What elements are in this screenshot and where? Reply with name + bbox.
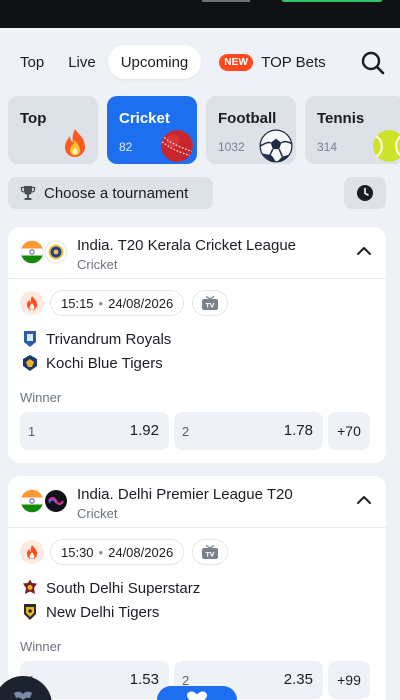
event-meta: 15:30 • 24/08/2026 TV: [20, 539, 229, 565]
event-card: India. T20 Kerala Cricket League Cricket…: [8, 227, 386, 463]
main-sheet: Top Live Upcoming NEW TOP Bets Top Crick…: [0, 28, 400, 700]
league-sport: Cricket: [77, 506, 118, 521]
favorites-button[interactable]: [157, 686, 237, 700]
search-button[interactable]: [360, 50, 386, 76]
tab-live[interactable]: Live: [56, 45, 108, 79]
time-filter-button[interactable]: [344, 177, 386, 209]
event-card-header[interactable]: India. T20 Kerala Cricket League Cricket: [8, 227, 386, 279]
sport-count: 1032: [218, 140, 245, 154]
svg-text:TV: TV: [206, 302, 215, 309]
event-datetime: 15:30 • 24/08/2026: [50, 539, 185, 565]
league-flags-icon: [20, 240, 68, 264]
sport-selector: Top Cricket 82 Football 1032 Tennis 314: [8, 96, 400, 164]
sport-card-tennis[interactable]: Tennis 314: [305, 96, 400, 164]
sport-name: Top: [20, 110, 47, 127]
sport-card-top[interactable]: Top: [8, 96, 98, 164]
odd-button-2[interactable]: 2 1.78: [174, 412, 323, 450]
trophy-icon: [20, 186, 36, 200]
choose-tournament-button[interactable]: Choose a tournament: [8, 177, 213, 209]
team-row[interactable]: New Delhi Tigers: [22, 602, 159, 622]
team-row[interactable]: Trivandrum Royals: [22, 329, 171, 349]
team-logo-icon: [23, 579, 37, 594]
sport-card-cricket[interactable]: Cricket 82: [107, 96, 197, 164]
team-row[interactable]: Kochi Blue Tigers: [22, 353, 163, 373]
svg-text:TV: TV: [206, 551, 215, 558]
sport-name: Football: [218, 110, 277, 127]
event-date: 24/08/2026: [108, 544, 174, 560]
event-card-header[interactable]: India. Delhi Premier League T20 Cricket: [8, 476, 386, 528]
more-markets-button[interactable]: +99: [328, 661, 370, 699]
sport-name: Tennis: [317, 110, 365, 127]
team-logo-icon: [24, 331, 36, 347]
tab-top-bets[interactable]: NEW TOP Bets: [207, 45, 337, 79]
chevron-up-icon[interactable]: [356, 494, 372, 506]
league-name: India. T20 Kerala Cricket League: [77, 237, 297, 254]
team-name: Kochi Blue Tigers: [46, 354, 163, 372]
chevron-up-icon[interactable]: [356, 245, 372, 257]
status-bar: [0, 0, 400, 28]
odds-row: 1 1.92 2 1.78 +70: [20, 412, 370, 450]
league-sport: Cricket: [77, 257, 118, 272]
cricket-ball-icon: [161, 130, 193, 162]
search-icon: [361, 51, 385, 75]
tv-icon: TV: [202, 295, 219, 310]
league-flags-icon: [20, 489, 67, 513]
event-time: 15:30: [61, 544, 94, 560]
choose-tournament-label: Choose a tournament: [44, 184, 189, 202]
market-label: Winner: [20, 639, 62, 654]
separator-dot: •: [98, 544, 104, 560]
sport-card-football[interactable]: Football 1032: [206, 96, 296, 164]
event-date: 24/08/2026: [108, 295, 174, 311]
event-meta: 15:15 • 24/08/2026 TV: [20, 290, 229, 316]
fire-icon: [27, 545, 37, 559]
sport-name: Cricket: [119, 110, 170, 127]
sport-count: 82: [119, 140, 133, 154]
odd-label: 1: [28, 424, 36, 439]
event-card: India. Delhi Premier League T20 Cricket …: [8, 476, 386, 700]
hot-event-badge: [20, 291, 44, 315]
status-indicator: [202, 0, 250, 2]
tab-bar: Top Live Upcoming NEW TOP Bets: [8, 45, 338, 79]
live-stream-button[interactable]: TV: [192, 290, 229, 316]
clock-icon: [357, 185, 373, 201]
odd-label: 2: [182, 424, 190, 439]
hot-event-badge: [20, 540, 44, 564]
market-label: Winner: [20, 390, 62, 405]
live-stream-button[interactable]: TV: [192, 539, 229, 565]
fire-icon: [27, 296, 37, 310]
tab-top-bets-label: TOP Bets: [261, 53, 326, 71]
league-name: India. Delhi Premier League T20: [77, 486, 293, 503]
odd-value: 2.35: [283, 671, 313, 688]
tab-upcoming[interactable]: Upcoming: [107, 45, 202, 79]
fire-icon: [65, 129, 85, 157]
status-accent: [282, 0, 382, 2]
odd-value: 1.53: [129, 671, 159, 688]
team-name: South Delhi Superstarz: [46, 579, 201, 597]
team-logo-icon: [23, 355, 37, 371]
odd-button-1[interactable]: 1 1.92: [20, 412, 169, 450]
sport-count: 314: [317, 140, 338, 154]
team-logo-icon: [24, 604, 36, 620]
tv-icon: TV: [202, 544, 219, 559]
new-badge: NEW: [219, 53, 254, 71]
event-time: 15:15: [61, 295, 94, 311]
event-datetime: 15:15 • 24/08/2026: [50, 290, 185, 316]
heart-icon: [187, 691, 207, 700]
chat-icon: [14, 691, 32, 700]
odd-value: 1.92: [129, 422, 159, 439]
team-name: New Delhi Tigers: [46, 603, 160, 621]
football-icon: [259, 129, 293, 163]
tennis-ball-icon: [373, 130, 400, 162]
team-row[interactable]: South Delhi Superstarz: [22, 578, 200, 598]
odd-value: 1.78: [283, 422, 313, 439]
more-markets-button[interactable]: +70: [328, 412, 370, 450]
tab-top[interactable]: Top: [8, 45, 56, 79]
separator-dot: •: [98, 295, 104, 311]
team-name: Trivandrum Royals: [46, 330, 172, 348]
